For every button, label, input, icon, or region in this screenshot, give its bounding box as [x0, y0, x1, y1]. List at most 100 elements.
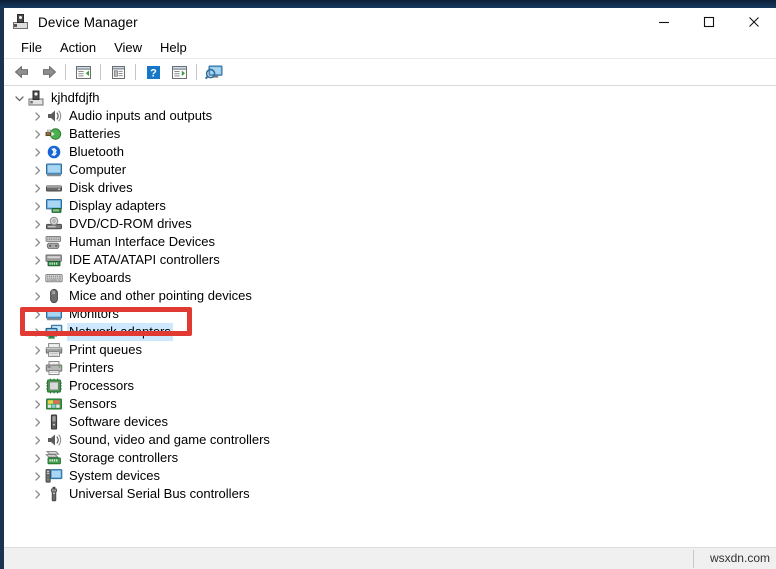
tree-item-printers[interactable]: Printers: [4, 359, 776, 377]
menu-item-help[interactable]: Help: [151, 38, 196, 57]
svg-text:?: ?: [150, 67, 157, 79]
system-device-icon: [45, 468, 63, 484]
status-bar: wsxdn.com: [4, 547, 776, 569]
device-tree[interactable]: kjhdfdjfh Audio inputs and outputs Batte…: [4, 86, 776, 555]
chevron-right-icon[interactable]: [30, 305, 44, 323]
print-queue-icon: [45, 342, 63, 358]
tree-item-bluetooth[interactable]: Bluetooth: [4, 143, 776, 161]
tree-item-processors[interactable]: Processors: [4, 377, 776, 395]
tree-item-ide-ata-atapi-controllers[interactable]: IDE ATA/ATAPI controllers: [4, 251, 776, 269]
tree-item-label: Display adapters: [69, 198, 166, 213]
bluetooth-icon: [45, 144, 63, 160]
title-bar[interactable]: Device Manager: [4, 8, 776, 36]
menu-item-action[interactable]: Action: [51, 38, 105, 57]
tree-item-label: Disk drives: [69, 180, 133, 195]
scan-for-hardware-changes-button[interactable]: [202, 61, 226, 83]
minimize-button[interactable]: [641, 8, 686, 36]
tree-item-sensors[interactable]: Sensors: [4, 395, 776, 413]
help-question-icon: ?: [146, 65, 160, 79]
speaker-icon: [45, 108, 63, 124]
tree-item-print-queues[interactable]: Print queues: [4, 341, 776, 359]
console-tree-icon: [75, 65, 91, 79]
chevron-right-icon[interactable]: [30, 215, 44, 233]
help-button[interactable]: ?: [141, 61, 165, 83]
tree-root-label: kjhdfdjfh: [51, 90, 100, 105]
battery-icon: [45, 126, 63, 142]
toolbar-separator: [65, 64, 66, 80]
chevron-right-icon[interactable]: [30, 233, 44, 251]
status-bar-divider: [693, 550, 694, 568]
keyboard-icon: [45, 270, 63, 286]
chevron-right-icon[interactable]: [30, 251, 44, 269]
show-hide-console-tree-button[interactable]: [71, 61, 95, 83]
tree-item-label: System devices: [69, 468, 161, 483]
desktop-background-strip: [0, 0, 776, 8]
chevron-right-icon[interactable]: [30, 449, 44, 467]
tree-item-label: Processors: [69, 378, 135, 393]
chevron-down-icon[interactable]: [12, 89, 26, 107]
chevron-right-icon[interactable]: [30, 143, 44, 161]
mouse-icon: [45, 288, 63, 304]
usb-icon: [45, 486, 63, 502]
chevron-right-icon[interactable]: [30, 359, 44, 377]
update-driver-icon: [171, 65, 187, 79]
tree-item-display-adapters[interactable]: Display adapters: [4, 197, 776, 215]
device-manager-icon: [12, 13, 30, 31]
chevron-right-icon[interactable]: [30, 485, 44, 503]
chevron-right-icon[interactable]: [30, 161, 44, 179]
maximize-button[interactable]: [686, 8, 731, 36]
tree-root-row[interactable]: kjhdfdjfh: [4, 89, 776, 107]
chevron-right-icon[interactable]: [30, 431, 44, 449]
back-arrow-icon: [14, 66, 28, 78]
tree-item-sound-video-and-game-controllers[interactable]: Sound, video and game controllers: [4, 431, 776, 449]
tree-item-monitors[interactable]: Monitors: [4, 305, 776, 323]
tree-item-software-devices[interactable]: Software devices: [4, 413, 776, 431]
chevron-right-icon[interactable]: [30, 179, 44, 197]
chevron-right-icon[interactable]: [30, 341, 44, 359]
chevron-right-icon[interactable]: [30, 395, 44, 413]
tree-item-label: Printers: [69, 360, 114, 375]
properties-icon: [111, 65, 125, 79]
tree-item-dvd-cd-rom-drives[interactable]: DVD/CD-ROM drives: [4, 215, 776, 233]
tree-item-label: Mice and other pointing devices: [69, 288, 252, 303]
tree-item-label: Sound, video and game controllers: [69, 432, 270, 447]
tree-item-label: Sensors: [69, 396, 117, 411]
monitor-icon: [45, 162, 63, 178]
chevron-right-icon[interactable]: [30, 125, 44, 143]
tree-item-disk-drives[interactable]: Disk drives: [4, 179, 776, 197]
tree-item-label: Keyboards: [69, 270, 132, 285]
window-title: Device Manager: [38, 14, 138, 30]
tree-item-label: Storage controllers: [69, 450, 179, 465]
close-button[interactable]: [731, 8, 776, 36]
storage-controller-icon: [45, 450, 63, 466]
back-button[interactable]: [10, 61, 34, 83]
properties-button[interactable]: [106, 61, 130, 83]
tree-item-label: Monitors: [69, 306, 119, 321]
tree-item-universal-serial-bus-controllers[interactable]: Universal Serial Bus controllers: [4, 485, 776, 503]
monitor-icon: [45, 306, 63, 322]
display-adapter-icon: [45, 198, 63, 214]
chevron-right-icon[interactable]: [30, 287, 44, 305]
tree-item-mice-and-other-pointing-devices[interactable]: Mice and other pointing devices: [4, 287, 776, 305]
tree-item-system-devices[interactable]: System devices: [4, 467, 776, 485]
menu-item-view[interactable]: View: [105, 38, 151, 57]
chevron-right-icon[interactable]: [30, 413, 44, 431]
tree-item-batteries[interactable]: Batteries: [4, 125, 776, 143]
chevron-right-icon[interactable]: [30, 107, 44, 125]
forward-button[interactable]: [36, 61, 60, 83]
tree-item-keyboards[interactable]: Keyboards: [4, 269, 776, 287]
toolbar: ?: [4, 59, 776, 86]
tree-item-human-interface-devices[interactable]: Human Interface Devices: [4, 233, 776, 251]
chevron-right-icon[interactable]: [30, 323, 44, 341]
chevron-right-icon[interactable]: [30, 269, 44, 287]
tree-item-network-adapters[interactable]: Network adapters: [4, 323, 776, 341]
chevron-right-icon[interactable]: [30, 197, 44, 215]
menu-bar: File Action View Help: [4, 36, 776, 59]
menu-item-file[interactable]: File: [12, 38, 51, 57]
chevron-right-icon[interactable]: [30, 377, 44, 395]
tree-item-storage-controllers[interactable]: Storage controllers: [4, 449, 776, 467]
tree-item-audio-inputs-and-outputs[interactable]: Audio inputs and outputs: [4, 107, 776, 125]
chevron-right-icon[interactable]: [30, 467, 44, 485]
update-driver-button[interactable]: [167, 61, 191, 83]
tree-item-computer[interactable]: Computer: [4, 161, 776, 179]
